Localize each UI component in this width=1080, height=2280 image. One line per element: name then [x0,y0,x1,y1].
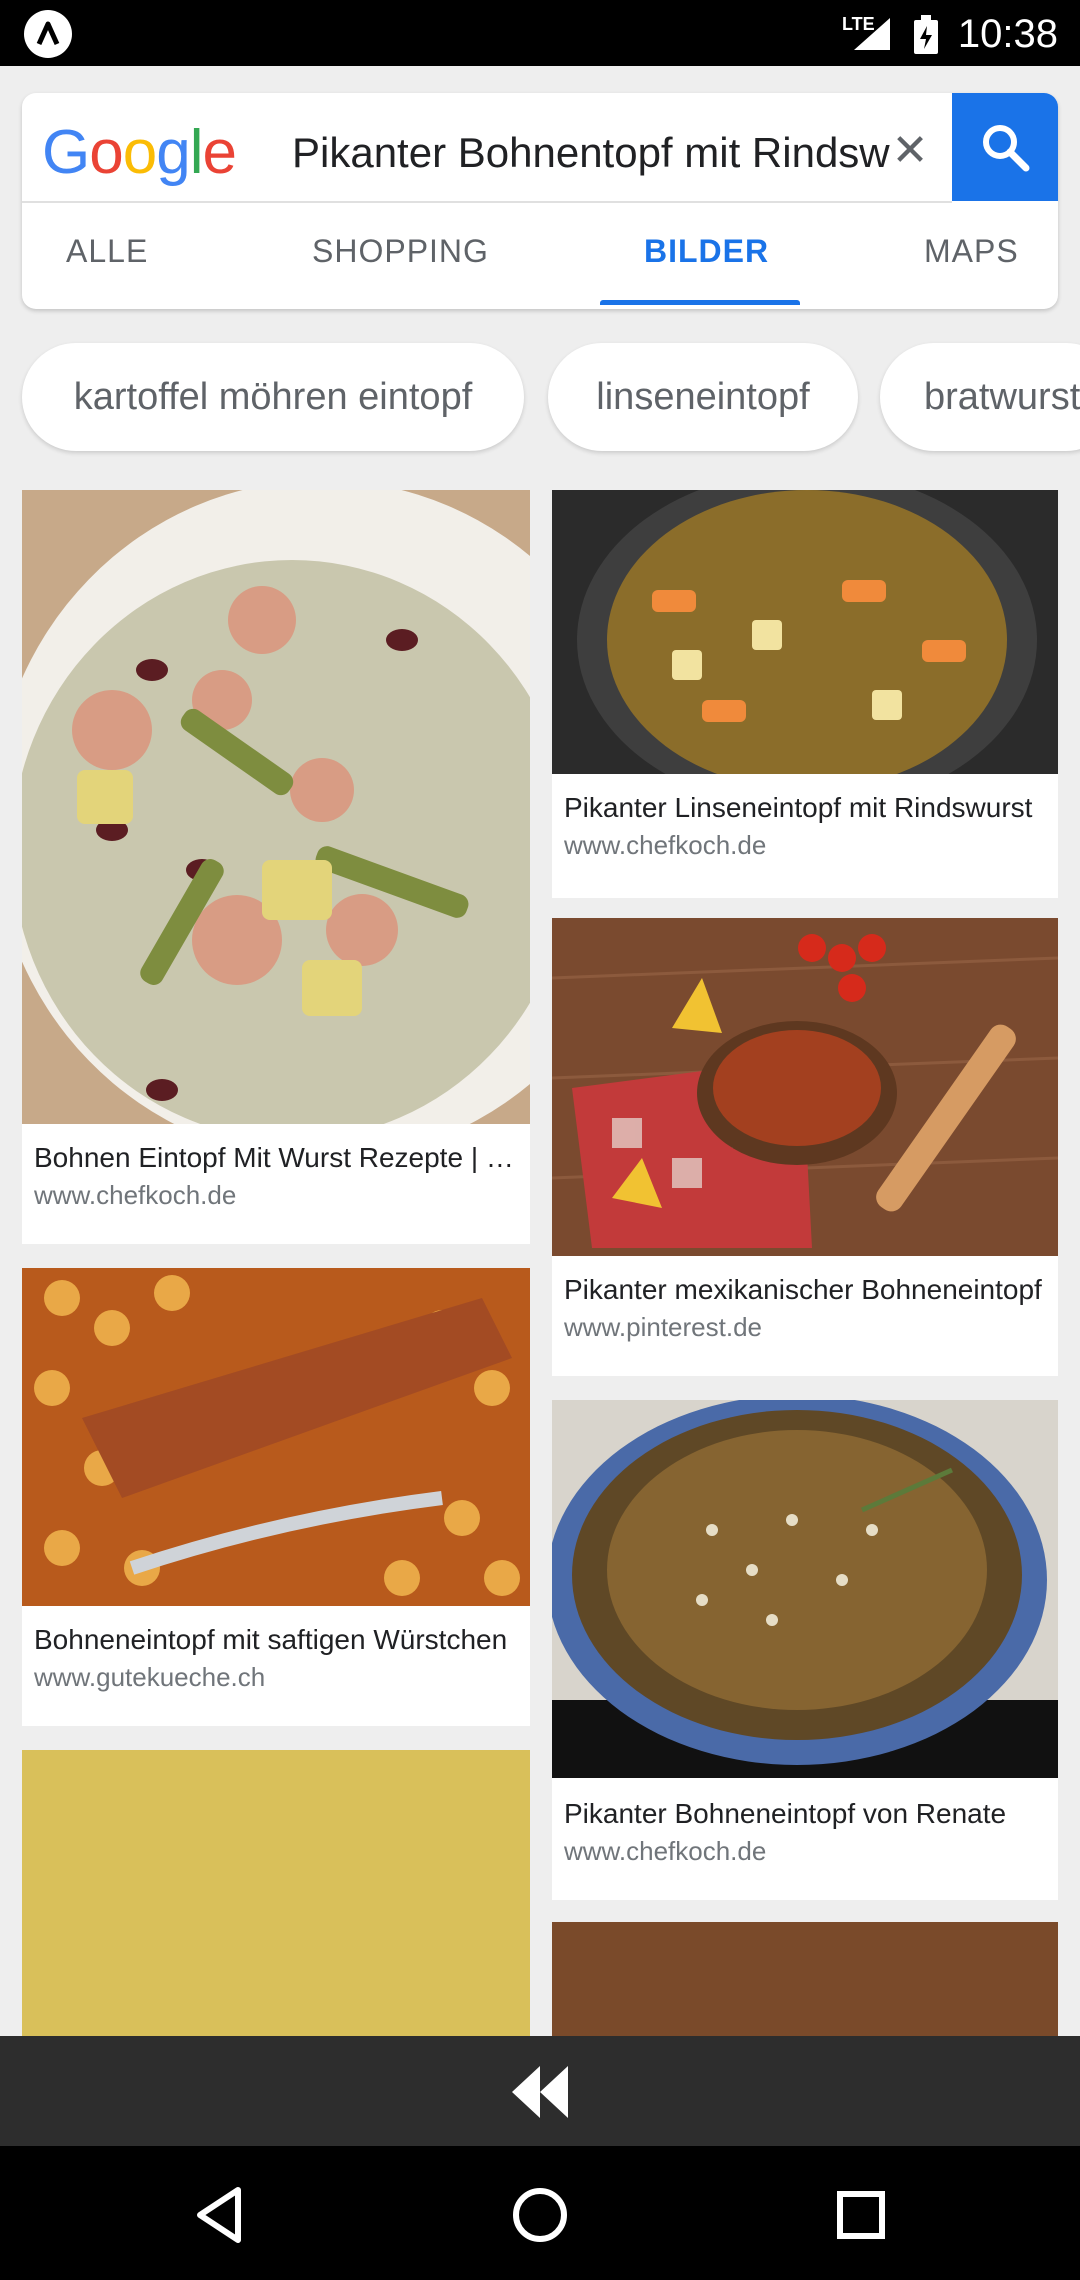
google-logo: Google [42,118,237,187]
status-bar: LTE 10:38 [0,0,1080,66]
result-title: Bohneneintopf mit saftigen Würstchen [34,1624,508,1655]
signal-icon [852,16,892,57]
recents-icon[interactable] [826,2180,896,2250]
image-result[interactable]: Pikanter Bohneneintopf von Renate www.ch… [552,1400,1058,1900]
clock: 10:38 [957,12,1058,56]
result-image [552,918,1058,1256]
result-site: www.chefkoch.de [564,1836,767,1866]
active-tab-indicator [600,300,800,305]
divider [22,201,952,203]
back-icon[interactable] [186,2180,256,2250]
close-icon[interactable]: ✕ [880,119,940,183]
image-result-loading[interactable] [22,1750,530,2036]
result-site: www.chefkoch.de [34,1180,237,1210]
result-title: Bohnen Eintopf Mit Wurst Rezepte | Chefk… [34,1142,516,1173]
chip-linseneintopf[interactable]: linseneintopf [548,343,858,451]
app-notification-icon [24,10,72,58]
chip-kartoffel[interactable]: kartoffel möhren eintopf [22,343,524,451]
result-title: Pikanter Bohneneintopf von Renate [564,1798,1007,1829]
tab-alle[interactable]: ALLE [66,233,148,270]
image-result-loading[interactable] [552,1922,1058,2036]
image-result[interactable]: Bohnen Eintopf Mit Wurst Rezepte | Chefk… [22,490,530,1244]
tab-shopping[interactable]: SHOPPING [312,233,489,270]
home-icon[interactable] [505,2180,575,2250]
search-input[interactable]: Pikanter Bohnentopf mit Rindswurst [292,121,892,185]
result-image [22,1268,530,1606]
navigation-bar [0,2146,1080,2280]
result-image [22,490,530,1124]
image-result[interactable]: Bohneneintopf mit saftigen Würstchen www… [22,1268,530,1726]
chip-label: bratwurst [924,376,1080,418]
tab-bilder[interactable]: BILDER [644,233,769,270]
result-title: Pikanter Linseneintopf mit Rindswurst [564,792,1033,823]
result-site: www.chefkoch.de [564,830,767,860]
result-image [552,490,1058,774]
chip-label: kartoffel möhren eintopf [73,376,473,418]
image-result[interactable]: Pikanter Linseneintopf mit Rindswurst ww… [552,490,1058,898]
result-image [552,1400,1058,1778]
tab-maps[interactable]: MAPS [924,233,1019,270]
battery-charging-icon [912,14,940,61]
search-card: Google Pikanter Bohnentopf mit Rindswurs… [22,93,1058,309]
result-site: www.pinterest.de [564,1312,762,1342]
rewind-icon[interactable] [510,2064,570,2120]
chip-label: linseneintopf [596,376,810,418]
chip-bratwurst[interactable]: bratwurst [880,343,1080,451]
result-site: www.gutekueche.ch [34,1662,266,1692]
result-title: Pikanter mexikanischer Bohneneintopf [564,1274,1042,1305]
image-result[interactable]: Pikanter mexikanischer Bohneneintopf www… [552,918,1058,1376]
search-button[interactable] [952,93,1058,201]
search-icon [983,125,1030,172]
rewind-bar [0,2036,1080,2146]
